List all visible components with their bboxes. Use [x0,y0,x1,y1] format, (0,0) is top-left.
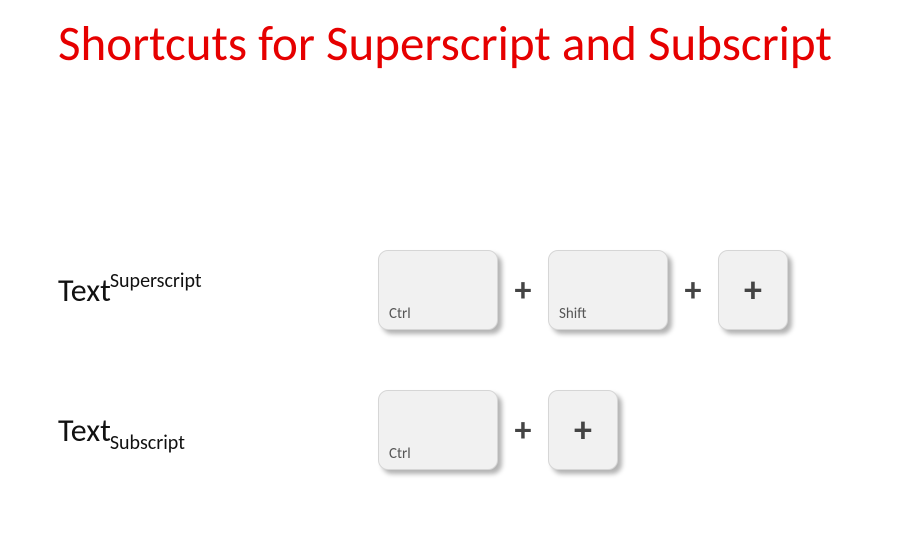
superscript-example: TextSuperscript [58,271,378,310]
subscript-text: Subscript [110,431,185,455]
plus-separator: + [678,270,708,311]
key-label: Ctrl [389,445,411,463]
superscript-text: Superscript [110,269,202,293]
key-plus: + [548,390,618,470]
subscript-example: TextSubscript [58,411,378,450]
key-label: Ctrl [389,305,411,323]
plus-separator: + [508,270,538,311]
key-label: Shift [559,305,586,323]
superscript-base-text: Text [58,271,111,310]
key-ctrl: Ctrl [378,390,498,470]
superscript-row: TextSuperscript Ctrl + Shift + + [58,250,788,330]
subscript-base-text: Text [58,411,111,450]
superscript-shortcut: Ctrl + Shift + + [378,250,788,330]
key-ctrl: Ctrl [378,250,498,330]
key-label: + [719,268,787,312]
key-plus: + [718,250,788,330]
subscript-shortcut: Ctrl + + [378,390,618,470]
key-label: + [549,408,617,452]
subscript-row: TextSubscript Ctrl + + [58,390,618,470]
plus-separator: + [508,410,538,451]
page-title: Shortcuts for Superscript and Subscript [58,14,832,75]
key-shift: Shift [548,250,668,330]
